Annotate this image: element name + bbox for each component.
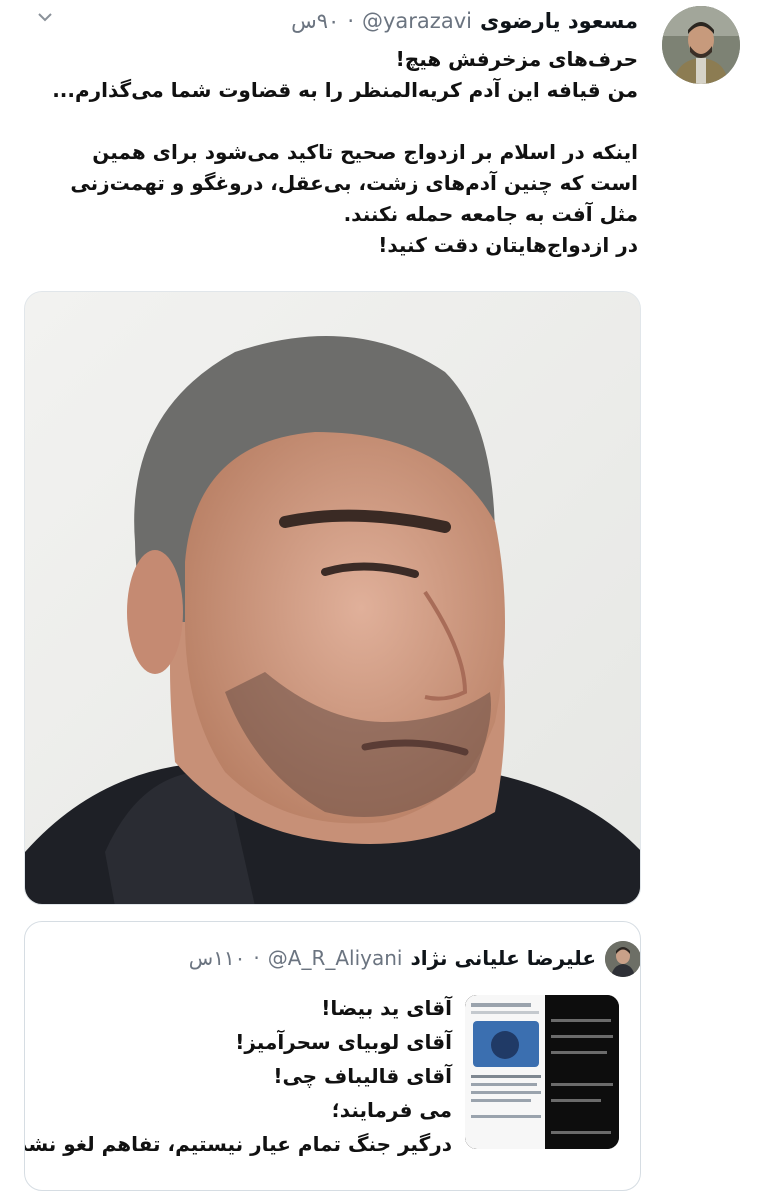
quoted-avatar-image bbox=[605, 941, 640, 977]
timestamp[interactable]: ۹۰س bbox=[291, 9, 339, 33]
display-name[interactable]: مسعود یارضوی bbox=[480, 9, 638, 33]
quoted-text-line: آقای ید بیضا! bbox=[321, 996, 452, 1020]
chevron-down-glyph bbox=[38, 13, 52, 22]
tweet-header: مسعود یارضوی @yarazavi · ۹۰س bbox=[291, 6, 638, 36]
tweet-text-line: اینکه در اسلام بر ازدواج صحیح تاکید می‌ش… bbox=[70, 140, 638, 226]
tweet-text-line: من قیافه این آدم کریه‌المنظر را به قضاوت… bbox=[52, 78, 638, 102]
tweet: مسعود یارضوی @yarazavi · ۹۰س حرف‌های مزخ… bbox=[0, 0, 762, 1200]
quoted-header: علیرضا علیانی نژاد @A_R_Aliyani · ۱۱۰س bbox=[189, 946, 596, 970]
tweet-photo[interactable] bbox=[24, 291, 641, 905]
separator-dot: · bbox=[347, 9, 354, 33]
chevron-down-icon[interactable] bbox=[30, 6, 60, 32]
quoted-timestamp[interactable]: ۱۱۰س bbox=[189, 946, 246, 970]
quoted-text-line: آقای قالیباف چی! bbox=[273, 1064, 452, 1088]
quoted-text-line: درگیر جنگ تمام عیار نیستیم، تفاهم لغو نش… bbox=[24, 1132, 452, 1156]
tweet-text: حرف‌های مزخرفش هیچ! من قیافه این آدم کری… bbox=[38, 44, 638, 261]
quoted-display-name[interactable]: علیرضا علیانی نژاد bbox=[410, 946, 596, 970]
quoted-media-thumbnail[interactable] bbox=[465, 995, 619, 1149]
quoted-user-handle[interactable]: @A_R_Aliyani bbox=[268, 946, 403, 970]
portrait-photo bbox=[25, 292, 640, 904]
quoted-text: آقای ید بیضا! آقای لوبیای سحرآمیز! آقای … bbox=[24, 991, 452, 1161]
user-handle[interactable]: @yarazavi bbox=[362, 9, 472, 33]
quoted-separator-dot: · bbox=[253, 946, 260, 970]
quoted-screenshot-image bbox=[465, 995, 619, 1149]
quoted-tweet[interactable]: علیرضا علیانی نژاد @A_R_Aliyani · ۱۱۰س آ… bbox=[24, 921, 641, 1191]
tweet-text-line: در ازدواج‌هایتان دقت کنید! bbox=[378, 233, 638, 257]
avatar-image bbox=[662, 6, 740, 84]
avatar[interactable] bbox=[662, 6, 740, 84]
tweet-text-line: حرف‌های مزخرفش هیچ! bbox=[395, 47, 638, 71]
quoted-text-line: می فرمایند؛ bbox=[331, 1098, 452, 1122]
quoted-avatar[interactable] bbox=[605, 941, 640, 977]
quoted-text-line: آقای لوبیای سحرآمیز! bbox=[235, 1030, 452, 1054]
